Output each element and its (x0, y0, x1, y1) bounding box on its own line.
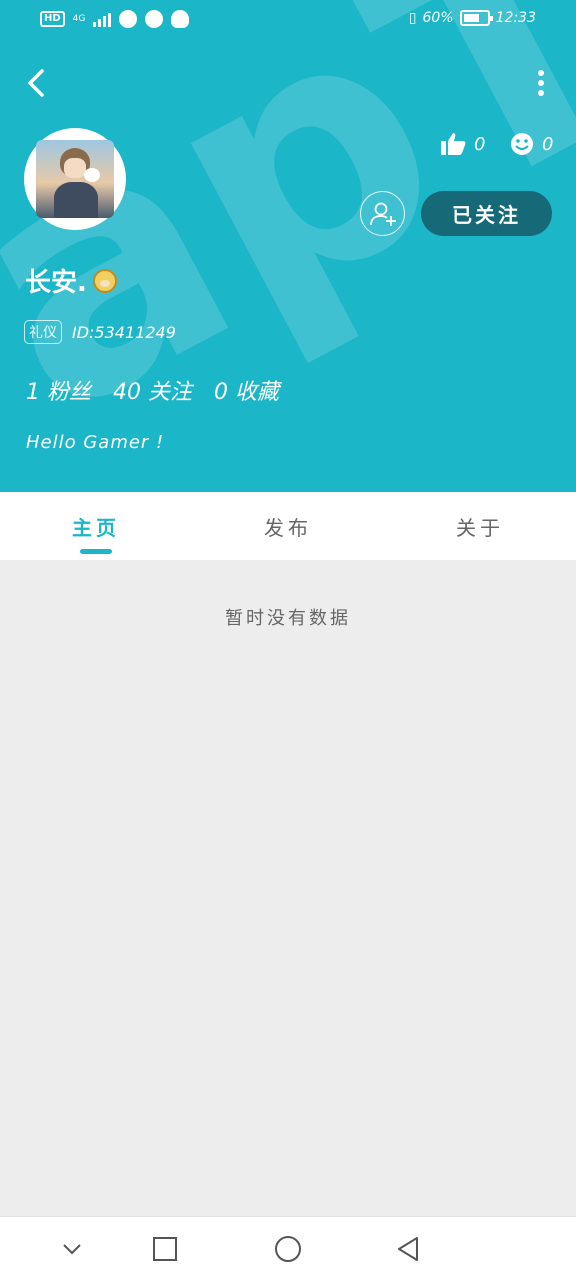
tab-posts[interactable]: 发布 (192, 492, 384, 560)
battery-icon (459, 10, 493, 26)
qq-icon (171, 10, 190, 28)
profile-tabs: 主页 发布 关于 (0, 492, 576, 560)
character-emoji-icon (92, 268, 117, 293)
clock: 12:33 (495, 10, 536, 26)
network-type: 4G (72, 14, 86, 24)
triangle-back-icon (398, 1237, 418, 1261)
tab-about[interactable]: 关于 (384, 492, 576, 560)
add-friend-button[interactable] (360, 191, 405, 236)
empty-state-text: 暂时没有数据 (225, 608, 351, 629)
circle-icon (275, 1236, 301, 1262)
more-vertical-icon[interactable] (536, 70, 546, 96)
wechat-icon (119, 10, 138, 28)
title-badge[interactable]: 礼仪 (24, 320, 62, 344)
status-bar: HD 4G ▯ 60% 12:33 (0, 0, 576, 40)
bio-text: Hello Gamer ! (26, 432, 165, 453)
thumbs-up-icon (441, 133, 466, 155)
add-user-icon (369, 202, 396, 226)
chevron-left-icon (28, 69, 44, 97)
likes-stat[interactable]: 0 (440, 132, 485, 156)
profile-name: 长安. (25, 262, 117, 299)
back-button[interactable] (22, 66, 54, 100)
smiles-stat[interactable]: 0 (510, 132, 553, 156)
profile-header: apTa HD 4G ▯ 60% 12:33 0 0 已关注 长安. 礼仪 ID… (0, 0, 576, 492)
user-id: ID:53411249 (72, 323, 176, 342)
avatar[interactable] (24, 128, 126, 230)
favorites-stat[interactable]: 0 收藏 (214, 374, 279, 406)
browser-icon (145, 10, 164, 28)
follow-button[interactable]: 已关注 (421, 191, 552, 236)
smile-icon (511, 133, 533, 155)
nav-home-button[interactable] (270, 1231, 306, 1267)
hd-icon: HD (40, 11, 65, 27)
likes-count: 0 (474, 133, 486, 155)
square-icon (153, 1237, 177, 1261)
fans-stat[interactable]: 1 粉丝 (26, 374, 91, 406)
battery-percent: 60% (422, 10, 454, 26)
profile-counts: 1 粉丝 40 关注 0 收藏 (26, 374, 279, 406)
tab-home[interactable]: 主页 (0, 492, 192, 560)
nav-collapse-button[interactable] (54, 1231, 90, 1267)
system-nav-bar (0, 1216, 576, 1280)
signal-icon (93, 11, 112, 27)
chevron-down-icon (63, 1244, 81, 1255)
following-stat[interactable]: 40 关注 (113, 374, 192, 406)
vibrate-icon: ▯ (408, 10, 417, 26)
nav-recents-button[interactable] (147, 1231, 183, 1267)
username: 长安. (25, 268, 87, 298)
nav-back-button[interactable] (390, 1231, 426, 1267)
smiles-count: 0 (542, 133, 554, 155)
